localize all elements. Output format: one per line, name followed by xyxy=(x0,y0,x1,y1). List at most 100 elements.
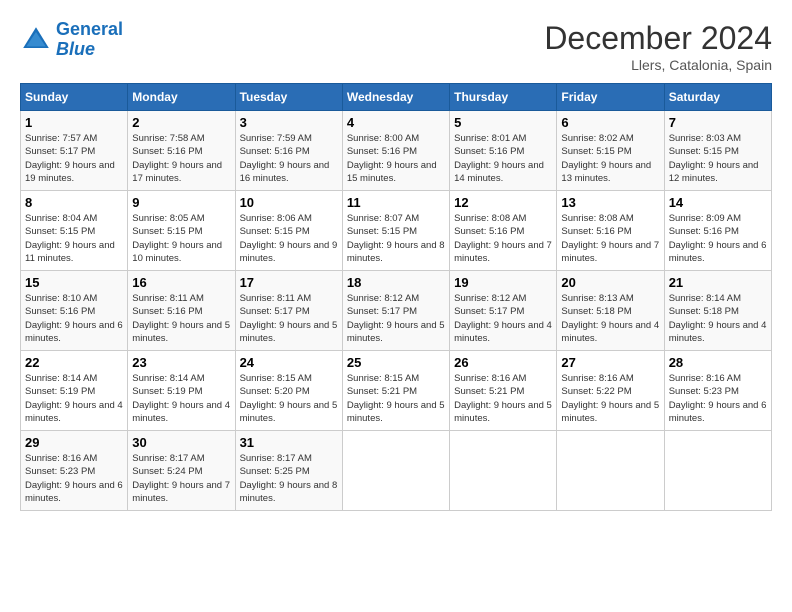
logo-icon xyxy=(20,24,52,56)
calendar-cell: 21 Sunrise: 8:14 AM Sunset: 5:18 PM Dayli… xyxy=(664,271,771,351)
calendar-cell: 10 Sunrise: 8:06 AM Sunset: 5:15 PM Dayli… xyxy=(235,191,342,271)
weekday-header-monday: Monday xyxy=(128,84,235,111)
day-number: 2 xyxy=(132,115,230,130)
calendar-cell: 11 Sunrise: 8:07 AM Sunset: 5:15 PM Dayli… xyxy=(342,191,449,271)
day-info: Sunrise: 8:03 AM Sunset: 5:15 PM Dayligh… xyxy=(669,132,767,185)
calendar-cell xyxy=(342,431,449,511)
day-number: 21 xyxy=(669,275,767,290)
day-info: Sunrise: 8:14 AM Sunset: 5:19 PM Dayligh… xyxy=(25,372,123,425)
day-number: 25 xyxy=(347,355,445,370)
day-number: 7 xyxy=(669,115,767,130)
day-number: 15 xyxy=(25,275,123,290)
day-number: 29 xyxy=(25,435,123,450)
day-number: 9 xyxy=(132,195,230,210)
day-info: Sunrise: 8:16 AM Sunset: 5:23 PM Dayligh… xyxy=(669,372,767,425)
day-info: Sunrise: 8:16 AM Sunset: 5:22 PM Dayligh… xyxy=(561,372,659,425)
day-number: 6 xyxy=(561,115,659,130)
calendar-cell: 13 Sunrise: 8:08 AM Sunset: 5:16 PM Dayli… xyxy=(557,191,664,271)
day-info: Sunrise: 8:15 AM Sunset: 5:21 PM Dayligh… xyxy=(347,372,445,425)
calendar-cell: 1 Sunrise: 7:57 AM Sunset: 5:17 PM Daylig… xyxy=(21,111,128,191)
calendar-cell: 30 Sunrise: 8:17 AM Sunset: 5:24 PM Dayli… xyxy=(128,431,235,511)
day-info: Sunrise: 8:16 AM Sunset: 5:21 PM Dayligh… xyxy=(454,372,552,425)
calendar-cell: 16Sunrise: 8:11 AM Sunset: 5:16 PM Dayli… xyxy=(128,271,235,351)
calendar-cell: 27Sunrise: 8:16 AM Sunset: 5:22 PM Dayli… xyxy=(557,351,664,431)
calendar-cell xyxy=(450,431,557,511)
calendar-cell: 19Sunrise: 8:12 AM Sunset: 5:17 PM Dayli… xyxy=(450,271,557,351)
day-info: Sunrise: 8:06 AM Sunset: 5:15 PM Dayligh… xyxy=(240,212,338,265)
calendar-cell: 31 Sunrise: 8:17 AM Sunset: 5:25 PM Dayli… xyxy=(235,431,342,511)
day-number: 13 xyxy=(561,195,659,210)
day-number: 3 xyxy=(240,115,338,130)
calendar-cell: 5 Sunrise: 8:01 AM Sunset: 5:16 PM Daylig… xyxy=(450,111,557,191)
day-number: 11 xyxy=(347,195,445,210)
weekday-header-row: SundayMondayTuesdayWednesdayThursdayFrid… xyxy=(21,84,772,111)
day-info: Sunrise: 8:07 AM Sunset: 5:15 PM Dayligh… xyxy=(347,212,445,265)
day-info: Sunrise: 8:12 AM Sunset: 5:17 PM Dayligh… xyxy=(347,292,445,345)
calendar-week-5: 29 Sunrise: 8:16 AM Sunset: 5:23 PM Dayli… xyxy=(21,431,772,511)
day-number: 10 xyxy=(240,195,338,210)
logo-line2: Blue xyxy=(56,39,95,59)
calendar-cell: 3 Sunrise: 7:59 AM Sunset: 5:16 PM Daylig… xyxy=(235,111,342,191)
calendar-cell: 20 Sunrise: 8:13 AM Sunset: 5:18 PM Dayli… xyxy=(557,271,664,351)
day-number: 20 xyxy=(561,275,659,290)
day-info: Sunrise: 8:08 AM Sunset: 5:16 PM Dayligh… xyxy=(561,212,659,265)
day-info: Sunrise: 8:17 AM Sunset: 5:25 PM Dayligh… xyxy=(240,452,338,505)
day-info: Sunrise: 8:00 AM Sunset: 5:16 PM Dayligh… xyxy=(347,132,445,185)
calendar-cell: 28Sunrise: 8:16 AM Sunset: 5:23 PM Dayli… xyxy=(664,351,771,431)
day-info: Sunrise: 8:13 AM Sunset: 5:18 PM Dayligh… xyxy=(561,292,659,345)
day-info: Sunrise: 8:16 AM Sunset: 5:23 PM Dayligh… xyxy=(25,452,123,505)
logo: General Blue xyxy=(20,20,123,60)
day-number: 4 xyxy=(347,115,445,130)
location-subtitle: Llers, Catalonia, Spain xyxy=(544,57,772,73)
weekday-header-saturday: Saturday xyxy=(664,84,771,111)
calendar-cell: 9 Sunrise: 8:05 AM Sunset: 5:15 PM Daylig… xyxy=(128,191,235,271)
calendar-cell: 15 Sunrise: 8:10 AM Sunset: 5:16 PM Dayli… xyxy=(21,271,128,351)
day-info: Sunrise: 8:14 AM Sunset: 5:19 PM Dayligh… xyxy=(132,372,230,425)
title-block: December 2024 Llers, Catalonia, Spain xyxy=(544,20,772,73)
day-info: Sunrise: 8:08 AM Sunset: 5:16 PM Dayligh… xyxy=(454,212,552,265)
day-number: 19 xyxy=(454,275,552,290)
calendar-week-2: 8Sunrise: 8:04 AM Sunset: 5:15 PM Daylig… xyxy=(21,191,772,271)
month-title: December 2024 xyxy=(544,20,772,57)
day-info: Sunrise: 8:04 AM Sunset: 5:15 PM Dayligh… xyxy=(25,212,123,265)
day-info: Sunrise: 8:01 AM Sunset: 5:16 PM Dayligh… xyxy=(454,132,552,185)
day-info: Sunrise: 8:09 AM Sunset: 5:16 PM Dayligh… xyxy=(669,212,767,265)
calendar-cell: 23Sunrise: 8:14 AM Sunset: 5:19 PM Dayli… xyxy=(128,351,235,431)
day-number: 5 xyxy=(454,115,552,130)
day-number: 22 xyxy=(25,355,123,370)
calendar-week-3: 15 Sunrise: 8:10 AM Sunset: 5:16 PM Dayli… xyxy=(21,271,772,351)
day-info: Sunrise: 8:14 AM Sunset: 5:18 PM Dayligh… xyxy=(669,292,767,345)
day-info: Sunrise: 8:02 AM Sunset: 5:15 PM Dayligh… xyxy=(561,132,659,185)
calendar-cell: 12Sunrise: 8:08 AM Sunset: 5:16 PM Dayli… xyxy=(450,191,557,271)
weekday-header-wednesday: Wednesday xyxy=(342,84,449,111)
day-number: 14 xyxy=(669,195,767,210)
calendar-cell xyxy=(664,431,771,511)
calendar-cell: 7 Sunrise: 8:03 AM Sunset: 5:15 PM Daylig… xyxy=(664,111,771,191)
day-number: 31 xyxy=(240,435,338,450)
calendar-cell: 8Sunrise: 8:04 AM Sunset: 5:15 PM Daylig… xyxy=(21,191,128,271)
day-number: 1 xyxy=(25,115,123,130)
calendar-table: SundayMondayTuesdayWednesdayThursdayFrid… xyxy=(20,83,772,511)
weekday-header-thursday: Thursday xyxy=(450,84,557,111)
calendar-cell: 2 Sunrise: 7:58 AM Sunset: 5:16 PM Daylig… xyxy=(128,111,235,191)
day-info: Sunrise: 7:57 AM Sunset: 5:17 PM Dayligh… xyxy=(25,132,123,185)
day-info: Sunrise: 8:05 AM Sunset: 5:15 PM Dayligh… xyxy=(132,212,230,265)
page-header: General Blue December 2024 Llers, Catalo… xyxy=(20,20,772,73)
calendar-week-4: 22 Sunrise: 8:14 AM Sunset: 5:19 PM Dayli… xyxy=(21,351,772,431)
day-number: 30 xyxy=(132,435,230,450)
day-number: 17 xyxy=(240,275,338,290)
day-info: Sunrise: 7:58 AM Sunset: 5:16 PM Dayligh… xyxy=(132,132,230,185)
calendar-cell: 14 Sunrise: 8:09 AM Sunset: 5:16 PM Dayli… xyxy=(664,191,771,271)
day-number: 18 xyxy=(347,275,445,290)
calendar-cell: 24Sunrise: 8:15 AM Sunset: 5:20 PM Dayli… xyxy=(235,351,342,431)
day-info: Sunrise: 8:17 AM Sunset: 5:24 PM Dayligh… xyxy=(132,452,230,505)
day-info: Sunrise: 8:10 AM Sunset: 5:16 PM Dayligh… xyxy=(25,292,123,345)
day-info: Sunrise: 8:11 AM Sunset: 5:17 PM Dayligh… xyxy=(240,292,338,345)
weekday-header-sunday: Sunday xyxy=(21,84,128,111)
weekday-header-tuesday: Tuesday xyxy=(235,84,342,111)
day-info: Sunrise: 7:59 AM Sunset: 5:16 PM Dayligh… xyxy=(240,132,338,185)
day-number: 26 xyxy=(454,355,552,370)
calendar-cell: 29 Sunrise: 8:16 AM Sunset: 5:23 PM Dayli… xyxy=(21,431,128,511)
day-info: Sunrise: 8:15 AM Sunset: 5:20 PM Dayligh… xyxy=(240,372,338,425)
calendar-week-1: 1 Sunrise: 7:57 AM Sunset: 5:17 PM Daylig… xyxy=(21,111,772,191)
